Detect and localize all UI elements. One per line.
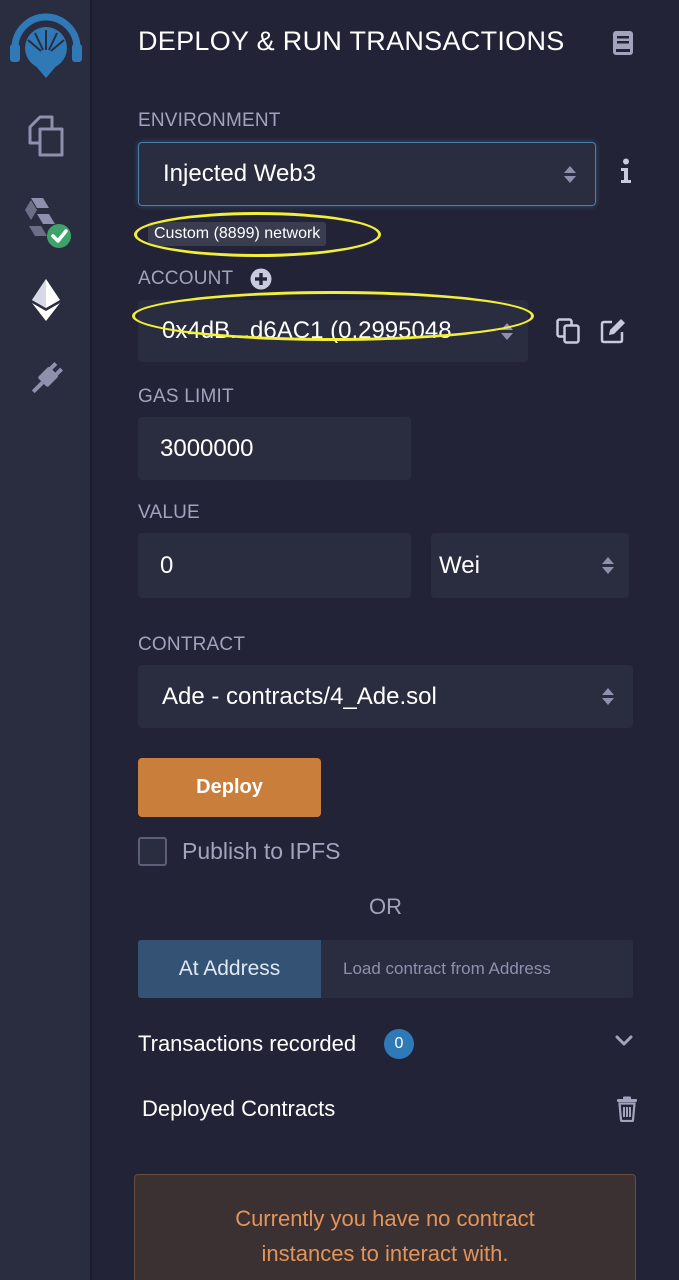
publish-ipfs-label: Publish to IPFS [182,838,341,864]
plugin-manager-icon[interactable] [0,356,92,402]
environment-select[interactable]: Injected Web3 [138,142,596,206]
environment-selected: Injected Web3 [163,160,316,187]
network-badge: Custom (8899) network [148,222,327,246]
deploy-run-panel: DEPLOY & RUN TRANSACTIONS ENVIRONMENT In… [92,0,679,1280]
environment-label: ENVIRONMENT [138,110,281,131]
notice-line-1: Currently you have no contract [235,1206,535,1231]
select-caret-icon [500,322,514,340]
copy-icon[interactable] [556,318,580,349]
deploy-run-icon[interactable] [0,276,92,324]
edit-icon[interactable] [600,318,626,349]
solidity-compiler-icon[interactable] [0,192,92,252]
deployed-contracts-label: Deployed Contracts [142,1096,336,1121]
value-unit-select[interactable]: Wei [431,533,629,598]
account-select[interactable]: 0x4dB...d6AC1 (0.2995048 [138,300,528,362]
transactions-recorded-label[interactable]: Transactions recorded [138,1031,356,1057]
contract-label: CONTRACT [138,634,246,655]
documentation-icon[interactable] [612,30,634,61]
select-caret-icon [601,557,615,574]
select-caret-icon [563,165,577,183]
value-unit-selected: Wei [439,551,480,579]
file-explorer-icon[interactable] [0,113,92,159]
trash-icon[interactable] [616,1096,638,1127]
transactions-count-badge: 0 [384,1029,414,1059]
value-label: VALUE [138,502,200,523]
deploy-button[interactable]: Deploy [138,758,321,817]
chevron-down-icon[interactable] [614,1034,634,1053]
icon-sidebar [0,0,92,1280]
gas-limit-input[interactable]: 3000000 [138,417,411,480]
publish-ipfs-checkbox[interactable] [138,837,167,866]
contract-select[interactable]: Ade - contracts/4_Ade.sol [138,665,633,728]
panel-title: DEPLOY & RUN TRANSACTIONS [138,26,565,56]
remix-logo-icon[interactable] [0,10,92,82]
add-account-icon[interactable] [250,268,272,295]
contract-selected: Ade - contracts/4_Ade.sol [162,682,437,710]
or-divider-label: OR [369,894,402,919]
notice-line-2: instances to interact with. [261,1241,509,1266]
account-selected: 0x4dB...d6AC1 (0.2995048 [162,317,452,344]
info-icon[interactable] [620,158,632,189]
select-caret-icon [601,688,615,705]
load-address-input[interactable]: Load contract from Address [321,940,633,998]
gas-limit-label: GAS LIMIT [138,386,234,407]
at-address-button[interactable]: At Address [138,940,321,998]
value-input[interactable]: 0 [138,533,411,598]
no-instances-notice: Currently you have no contract instances… [134,1174,636,1280]
account-label: ACCOUNT [138,268,234,289]
